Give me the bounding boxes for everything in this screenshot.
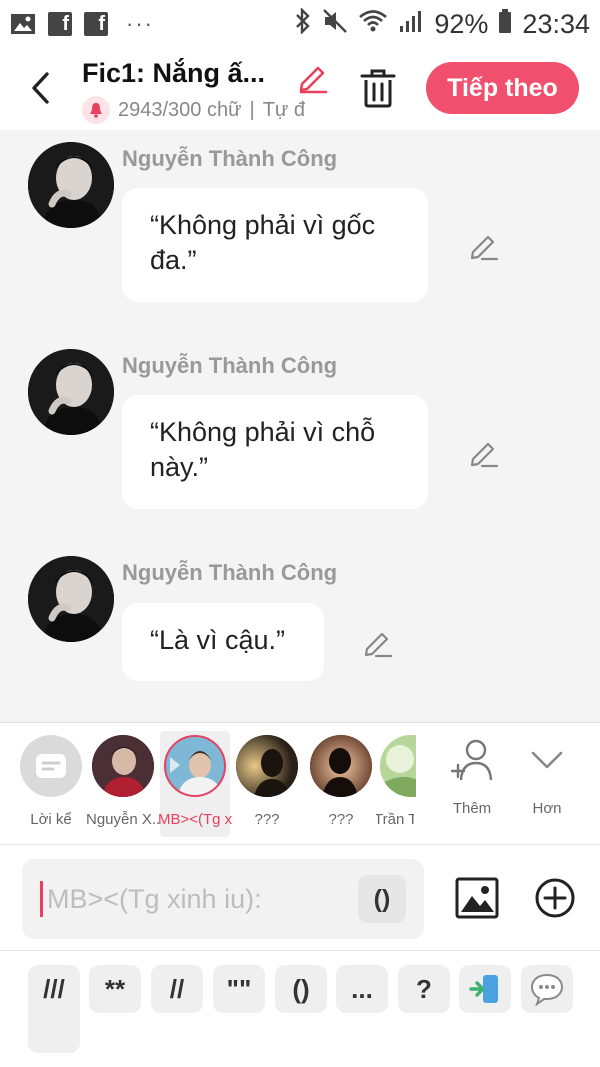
pencil-icon — [364, 632, 393, 658]
avatar — [236, 735, 298, 797]
avatar[interactable] — [28, 556, 114, 642]
back-button[interactable] — [22, 66, 58, 110]
battery-percent: 92% — [434, 8, 489, 39]
character-name: ??? — [254, 811, 280, 828]
switch-device-icon — [469, 975, 498, 1003]
avatar[interactable] — [28, 349, 114, 435]
message-composer: () — [0, 844, 600, 950]
gallery-icon — [10, 12, 36, 36]
edit-title-button[interactable] — [296, 60, 330, 94]
chat-area: Nguyễn Thành Công “Không phải vì gốc đa.… — [0, 130, 600, 722]
avatar-photo — [28, 556, 114, 642]
bell-icon — [82, 96, 110, 124]
character-narrator[interactable]: Lời kể — [16, 731, 86, 828]
sender-name: Nguyễn Thành Công — [122, 353, 338, 378]
character-name: Trần T... — [376, 811, 414, 828]
facebook-icon: f — [84, 12, 108, 36]
more-notifications-icon: ··· — [126, 11, 154, 36]
word-count-line: 2943/300 chữ | Tự đ — [82, 96, 332, 124]
pencil-icon — [470, 442, 499, 468]
add-person-icon — [450, 739, 493, 781]
symbol-parentheses-button[interactable]: () — [275, 965, 327, 1013]
separator: | — [249, 98, 255, 121]
character-option[interactable]: ??? — [306, 731, 376, 828]
battery-icon — [498, 8, 512, 41]
speech-bubble-icon — [530, 973, 564, 1006]
chat-bubble-button[interactable] — [521, 965, 573, 1013]
narrator-icon — [20, 735, 82, 797]
mute-icon — [322, 8, 348, 41]
avatar-photo — [28, 349, 114, 435]
delete-button[interactable] — [358, 66, 398, 110]
editor-header: Fic1: Nắng ấ... 2943/300 chữ | Tự đ Tiếp… — [0, 48, 600, 130]
trash-icon — [360, 69, 396, 108]
save-mode: Tự đ — [262, 98, 305, 121]
message-bubble[interactable]: “Không phải vì chỗ này.” — [122, 395, 428, 509]
character-option[interactable]: Trần T... — [376, 731, 416, 828]
character-option[interactable]: Nguyễn X... — [86, 731, 160, 828]
parentheses-button[interactable]: () — [358, 875, 406, 923]
add-button[interactable] — [533, 876, 577, 920]
switch-device-button[interactable] — [459, 965, 511, 1013]
symbol-question-button[interactable]: ? — [398, 965, 450, 1013]
message-bubble[interactable]: “Không phải vì gốc đa.” — [122, 188, 428, 302]
edit-message-button[interactable] — [362, 627, 394, 659]
character-name: MB><(Tg x... — [158, 811, 232, 828]
edit-message-button[interactable] — [468, 437, 500, 469]
pencil-icon — [470, 235, 499, 261]
pencil-icon — [299, 66, 328, 94]
status-bar: f f ··· 92% 23:34 — [0, 0, 600, 48]
symbol-ellipsis-button[interactable]: ... — [336, 965, 388, 1013]
symbol-quotes-button[interactable]: "" — [213, 965, 265, 1013]
word-count: 2943/300 chữ — [118, 98, 242, 121]
character-name: Lời kể — [30, 811, 72, 828]
character-selector: Lời kể Nguyễn X... MB><(Tg x... ??? ??? … — [0, 722, 600, 844]
character-name: ??? — [328, 811, 354, 828]
avatar[interactable] — [28, 142, 114, 228]
avatar — [380, 735, 416, 797]
symbol-slashes-button[interactable]: /// — [28, 965, 80, 1053]
avatar — [310, 735, 372, 797]
avatar — [92, 735, 154, 797]
character-name: Nguyễn X... — [86, 811, 160, 828]
bluetooth-icon — [294, 6, 312, 41]
expand-button[interactable]: Hơn — [517, 737, 577, 817]
symbol-double-slash-button[interactable]: // — [151, 965, 203, 1013]
plus-circle-icon — [535, 878, 575, 918]
avatar — [164, 735, 226, 797]
add-character-button[interactable]: Thêm — [442, 737, 502, 817]
character-option-selected[interactable]: MB><(Tg x... — [158, 731, 232, 837]
facebook-icon: f — [48, 12, 72, 36]
quick-symbol-bar: /// ** // "" () ... ? — [0, 950, 600, 1067]
message-input[interactable] — [40, 881, 360, 917]
sender-name: Nguyễn Thành Công — [122, 146, 338, 171]
expand-label: Hơn — [532, 800, 562, 817]
character-option[interactable]: ??? — [232, 731, 302, 828]
message-input-container: () — [22, 859, 424, 939]
clock: 23:34 — [522, 8, 590, 39]
image-icon — [455, 877, 499, 919]
message-bubble[interactable]: “Là vì cậu.” — [122, 603, 324, 681]
insert-image-button[interactable] — [455, 876, 499, 920]
sender-name: Nguyễn Thành Công — [122, 560, 338, 585]
chevron-down-icon — [531, 751, 563, 769]
symbol-asterisks-button[interactable]: ** — [89, 965, 141, 1013]
signal-icon — [398, 8, 424, 41]
edit-message-button[interactable] — [468, 230, 500, 262]
next-button[interactable]: Tiếp theo — [426, 62, 579, 114]
chevron-left-icon — [32, 72, 49, 104]
add-character-label: Thêm — [452, 800, 492, 817]
story-title[interactable]: Fic1: Nắng ấ... — [82, 58, 292, 89]
wifi-icon — [358, 8, 388, 41]
avatar-photo — [28, 142, 114, 228]
